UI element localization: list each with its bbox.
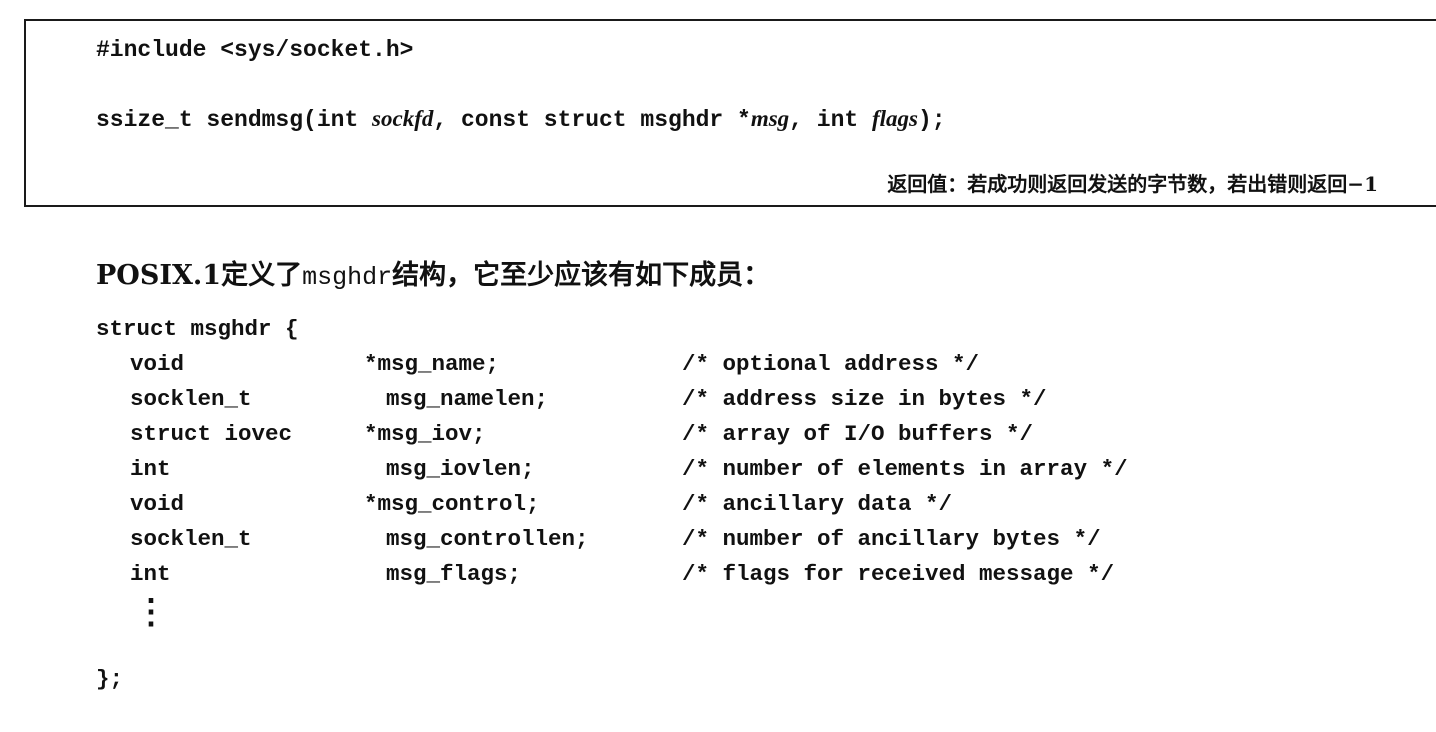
signature-suffix: ); (918, 107, 946, 133)
member-type: socklen_t (130, 526, 252, 552)
member-comment: /* array of I/O buffers */ (682, 421, 1034, 447)
param-flags: flags (872, 106, 918, 131)
member-name: *msg_control; (364, 491, 540, 517)
struct-member: int msg_iovlen; /* number of elements in… (96, 452, 1128, 487)
member-comment: /* flags for received message */ (682, 561, 1115, 587)
member-comment: /* number of ancillary bytes */ (682, 526, 1101, 552)
intro-code: msghdr (302, 263, 393, 292)
signature-mid1: , const struct msghdr * (433, 107, 751, 133)
member-type: void (130, 491, 185, 517)
signature-prefix: ssize_t sendmsg(int (96, 107, 373, 133)
vertical-ellipsis: ⋮ (134, 596, 168, 634)
intro-after: 结构，它至少应该有如下成员： (392, 260, 771, 291)
member-type: int (130, 561, 171, 587)
signature-mid2: , int (789, 107, 872, 133)
member-comment: /* number of elements in array */ (682, 456, 1128, 482)
struct-member: socklen_t msg_controllen; /* number of a… (96, 522, 1101, 557)
member-comment: /* ancillary data */ (682, 491, 953, 517)
member-type: void (130, 351, 185, 377)
struct-member: void *msg_name; /* optional address */ (96, 347, 979, 382)
struct-ellipsis-line: ⋮ (96, 592, 168, 662)
return-value-note: 返回值：若成功则返回发送的字节数，若出错则返回−1 (887, 172, 1378, 196)
msghdr-struct-definition: struct msghdr { void *msg_name; /* optio… (96, 312, 1128, 697)
member-comment: /* optional address */ (682, 351, 980, 377)
member-name: msg_controllen; (386, 526, 589, 552)
member-type: int (130, 456, 171, 482)
intro-paragraph: POSIX.1定义了msghdr结构，它至少应该有如下成员： (96, 253, 770, 292)
struct-close-line: }; (96, 666, 124, 692)
struct-member: int msg_flags; /* flags for received mes… (96, 557, 1114, 592)
struct-member: void *msg_control; /* ancillary data */ (96, 487, 952, 522)
member-type: socklen_t (130, 386, 252, 412)
intro-before: POSIX.1定义了 (96, 260, 303, 291)
member-name: *msg_iov; (364, 421, 486, 447)
member-name: msg_flags; (386, 561, 522, 587)
member-type: struct iovec (130, 421, 293, 447)
param-msg: msg (750, 106, 790, 131)
member-name: msg_namelen; (386, 386, 549, 412)
include-directive: #include <sys/socket.h> (96, 37, 414, 63)
member-comment: /* address size in bytes */ (682, 386, 1047, 412)
struct-open-line: struct msghdr { (96, 316, 299, 342)
member-name: *msg_name; (364, 351, 500, 377)
struct-member: socklen_t msg_namelen; /* address size i… (96, 382, 1047, 417)
struct-member: struct iovec *msg_iov; /* array of I/O b… (96, 417, 1033, 452)
param-sockfd: sockfd (372, 106, 434, 131)
sendmsg-signature: ssize_t sendmsg(int sockfd, const struct… (96, 107, 946, 132)
member-name: msg_iovlen; (386, 456, 535, 482)
